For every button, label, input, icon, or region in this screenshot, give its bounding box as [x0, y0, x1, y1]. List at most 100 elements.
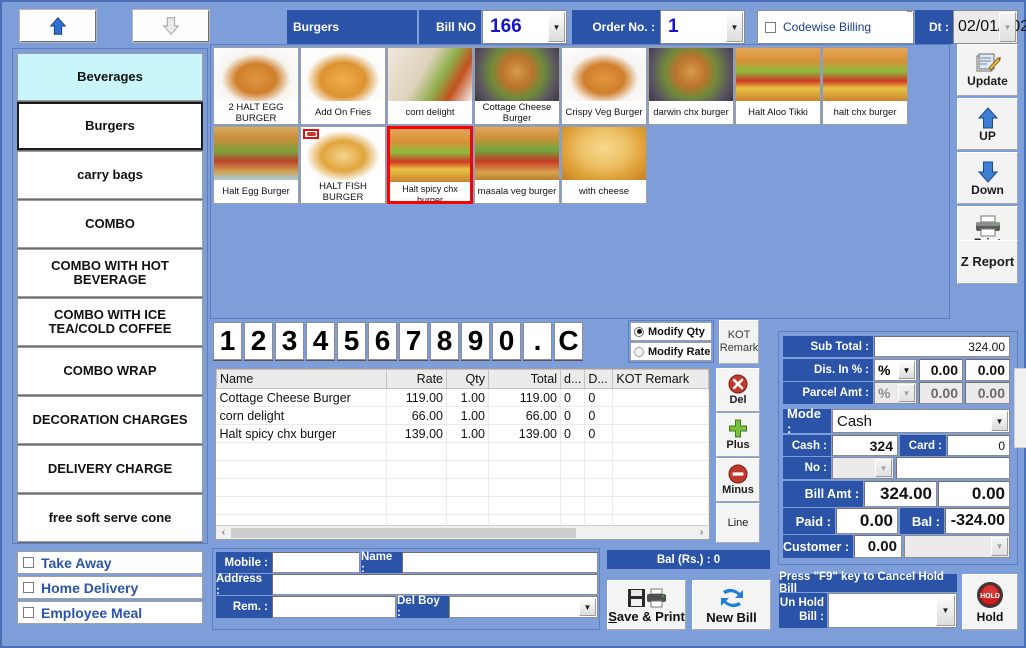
modify-qty-radio[interactable]: Modify Qty: [630, 322, 712, 341]
product-tile[interactable]: corn delight: [387, 47, 473, 125]
checkbox-box[interactable]: [23, 607, 34, 618]
update-button[interactable]: Update: [957, 44, 1018, 96]
discount-percent-input[interactable]: 0.00: [919, 359, 963, 381]
key-3[interactable]: 3: [275, 322, 304, 360]
scroll-right-icon[interactable]: ›: [694, 527, 709, 538]
mobile-input[interactable]: [272, 552, 360, 573]
del-boy-select[interactable]: ▼: [449, 596, 598, 618]
table-row[interactable]: Halt spicy chx burger 139.00 1.00 139.00…: [216, 424, 709, 443]
chevron-down-icon[interactable]: ▼: [548, 12, 565, 42]
paid-value[interactable]: 0.00: [836, 508, 898, 534]
kot-remark-button[interactable]: KOT Remark: [719, 320, 759, 364]
no-extra-input[interactable]: [896, 457, 1010, 479]
category-item-free-soft-serve-cone[interactable]: free soft serve cone: [17, 494, 203, 542]
key-1[interactable]: 1: [213, 322, 242, 360]
parcel-unit-select[interactable]: % ▼: [874, 382, 917, 404]
key-4[interactable]: 4: [306, 322, 335, 360]
col-d-lower[interactable]: d...: [559, 369, 586, 389]
table-row-empty[interactable]: [216, 478, 709, 497]
product-tile[interactable]: Halt Aloo Tikki: [735, 47, 821, 125]
new-bill-button[interactable]: New Bill: [692, 580, 771, 630]
col-qty[interactable]: Qty: [446, 369, 489, 389]
product-tile[interactable]: Halt Egg Burger: [213, 126, 299, 204]
discount-unit-select[interactable]: % ▼: [874, 359, 917, 381]
grid-horizontal-scrollbar[interactable]: ‹ ›: [216, 525, 709, 539]
col-d-upper[interactable]: D...: [584, 369, 614, 389]
category-item-combo-ice-tea[interactable]: COMBO WITH ICE TEA/COLD COFFEE: [17, 298, 203, 346]
minus-qty-button[interactable]: Minus: [716, 458, 760, 502]
order-items-grid[interactable]: Name Rate Qty Total d... D... KOT Remark…: [215, 368, 710, 540]
product-tile[interactable]: halt chx burger: [822, 47, 908, 125]
key-9[interactable]: 9: [461, 322, 490, 360]
order-mode-employee-meal[interactable]: Employee Meal: [17, 601, 203, 624]
card-input[interactable]: 0: [947, 435, 1010, 456]
col-kot-remark[interactable]: KOT Remark: [612, 369, 709, 389]
codewise-billing-checkbox[interactable]: Codewise Billing: [757, 10, 914, 44]
line-button[interactable]: Line: [716, 503, 760, 543]
product-tile[interactable]: 2 HALT EGG BURGER: [213, 47, 299, 125]
product-tile[interactable]: Crispy Veg Burger: [561, 47, 647, 125]
bill-no-field[interactable]: 166 ▼: [482, 10, 567, 44]
checkbox-box[interactable]: [23, 582, 34, 593]
chevron-down-icon[interactable]: ▼: [579, 598, 596, 616]
product-tile[interactable]: darwin chx burger: [648, 47, 734, 125]
category-item-decoration-charges[interactable]: DECORATION CHARGES: [17, 396, 203, 444]
table-row[interactable]: Cottage Cheese Burger 119.00 1.00 119.00…: [216, 388, 709, 407]
date-field[interactable]: 02/01/2020 ▼: [953, 10, 1026, 44]
chevron-down-icon[interactable]: ▼: [898, 384, 915, 402]
category-item-beverages[interactable]: Beverages: [17, 53, 203, 101]
cash-input[interactable]: 324: [832, 435, 898, 456]
key-6[interactable]: 6: [368, 322, 397, 360]
radio-button[interactable]: [634, 326, 644, 337]
current-category-tab[interactable]: Burgers: [287, 10, 417, 44]
product-tile-selected[interactable]: Halt spicy chx burger: [387, 126, 473, 204]
discount-amount-input[interactable]: 0.00: [965, 359, 1010, 381]
radio-button[interactable]: [634, 346, 644, 357]
category-item-burgers[interactable]: Burgers: [17, 102, 203, 150]
category-item-carry-bags[interactable]: carry bags: [17, 151, 203, 199]
category-item-combo[interactable]: COMBO: [17, 200, 203, 248]
chevron-down-icon[interactable]: ▼: [898, 361, 915, 379]
product-tile[interactable]: Cottage Cheese Burger: [474, 47, 560, 125]
scroll-down-button[interactable]: [133, 10, 209, 42]
payment-mode-select[interactable]: Cash ▼: [832, 409, 1010, 433]
key-clear[interactable]: C: [554, 322, 583, 360]
col-name[interactable]: Name: [216, 369, 387, 389]
table-row-empty[interactable]: [216, 442, 709, 461]
chevron-down-icon[interactable]: ▼: [726, 12, 743, 42]
delete-item-button[interactable]: Del: [716, 368, 760, 412]
category-item-combo-hot-beverage[interactable]: COMBO WITH HOT BEVERAGE: [17, 249, 203, 297]
product-tile[interactable]: masala veg burger: [474, 126, 560, 204]
z-report-button[interactable]: Z Report: [957, 240, 1018, 284]
panel-vertical-scrollbar[interactable]: [1014, 368, 1026, 448]
order-mode-take-away[interactable]: Take Away: [17, 551, 203, 574]
category-item-delivery-charge[interactable]: DELIVERY CHARGE: [17, 445, 203, 493]
down-button[interactable]: Down: [957, 152, 1018, 204]
key-7[interactable]: 7: [399, 322, 428, 360]
chevron-down-icon[interactable]: ▼: [875, 459, 892, 477]
chevron-down-icon[interactable]: ▼: [999, 12, 1016, 42]
customer-value[interactable]: 0.00: [854, 535, 902, 558]
up-button[interactable]: UP: [957, 98, 1018, 150]
category-item-combo-wrap[interactable]: COMBO WRAP: [17, 347, 203, 395]
chevron-down-icon[interactable]: ▼: [991, 411, 1008, 431]
scroll-up-button[interactable]: [20, 10, 96, 42]
chevron-down-icon[interactable]: ▼: [991, 537, 1008, 556]
no-select[interactable]: ▼: [832, 457, 894, 479]
key-5[interactable]: 5: [337, 322, 366, 360]
rem-input[interactable]: [272, 596, 396, 618]
parcel-percent-input[interactable]: 0.00: [919, 382, 963, 404]
customer-select[interactable]: ▼: [904, 535, 1010, 558]
product-tile[interactable]: with cheese: [561, 126, 647, 204]
plus-qty-button[interactable]: Plus: [716, 413, 760, 457]
modify-rate-radio[interactable]: Modify Rate: [630, 342, 712, 361]
table-row-empty[interactable]: [216, 496, 709, 515]
name-input[interactable]: [402, 552, 598, 573]
table-row[interactable]: corn delight 66.00 1.00 66.00 0 0: [216, 406, 709, 425]
checkbox-box[interactable]: [23, 557, 34, 568]
table-row-empty[interactable]: [216, 460, 709, 479]
scroll-left-icon[interactable]: ‹: [216, 527, 231, 538]
col-rate[interactable]: Rate: [386, 369, 447, 389]
save-print-button[interactable]: Save & Print: [607, 580, 686, 630]
key-8[interactable]: 8: [430, 322, 459, 360]
